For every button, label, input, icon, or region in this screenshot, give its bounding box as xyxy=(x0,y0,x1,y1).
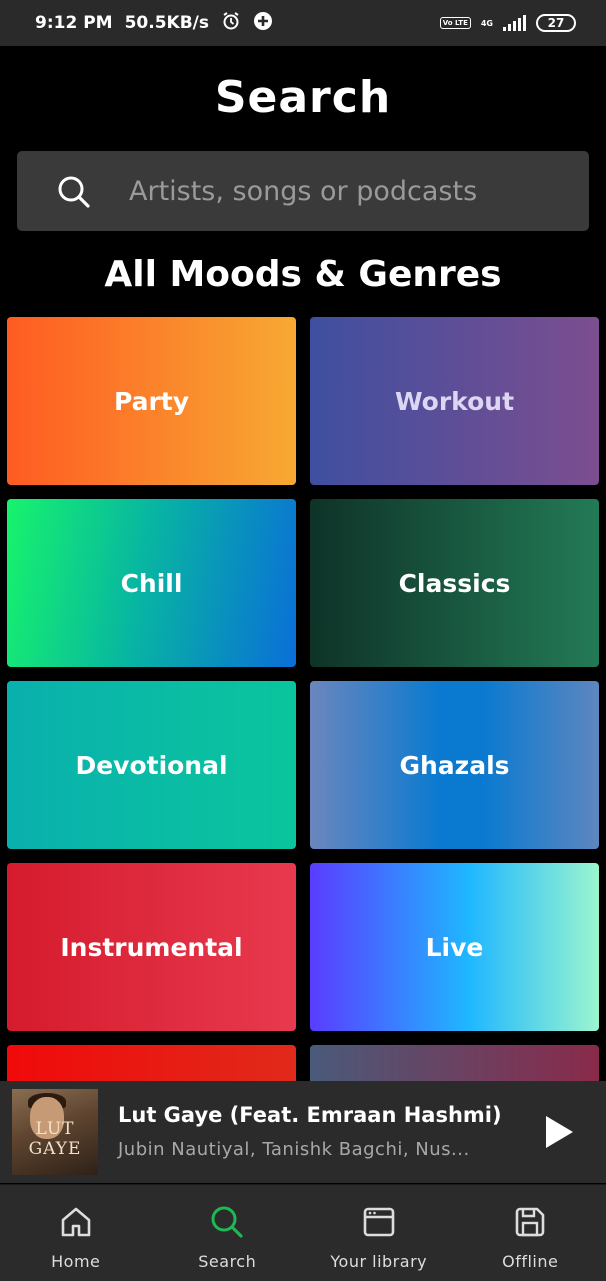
bottom-nav: Home Search Your library Offline xyxy=(0,1184,606,1281)
page-title: Search xyxy=(0,72,606,123)
genre-tile-party[interactable]: Party xyxy=(7,317,296,485)
battery-level: 27 xyxy=(548,17,565,29)
genre-tile-instrumental[interactable]: Instrumental xyxy=(7,863,296,1031)
genre-tile-workout[interactable]: Workout xyxy=(310,317,599,485)
mini-player[interactable]: LUT GAYE Lut Gaye (Feat. Emraan Hashmi) … xyxy=(0,1081,606,1183)
nav-label-home: Home xyxy=(0,1252,152,1271)
plus-circle-icon xyxy=(253,11,273,36)
alarm-icon xyxy=(221,11,241,36)
search-icon xyxy=(57,175,91,209)
home-icon xyxy=(59,1205,93,1239)
save-icon xyxy=(513,1205,547,1239)
battery-icon: 27 xyxy=(536,14,576,32)
play-icon xyxy=(544,1115,574,1149)
nav-item-home[interactable]: Home xyxy=(0,1185,152,1281)
album-art: LUT GAYE xyxy=(12,1089,98,1175)
library-icon xyxy=(362,1205,396,1239)
search-box[interactable] xyxy=(17,151,589,231)
volte-badge: Vo LTE xyxy=(440,17,471,29)
genre-grid: Party Workout Chill Classics Devotional … xyxy=(7,317,599,1031)
genre-tile-live[interactable]: Live xyxy=(310,863,599,1031)
genre-tile-partial-right[interactable] xyxy=(310,1045,599,1085)
genre-tile-chill[interactable]: Chill xyxy=(7,499,296,667)
nav-item-offline[interactable]: Offline xyxy=(455,1185,606,1281)
genre-tile-classics[interactable]: Classics xyxy=(310,499,599,667)
nav-label-offline: Offline xyxy=(455,1252,606,1271)
search-input[interactable] xyxy=(129,151,569,231)
status-bar: 9:12 PM 50.5KB/s Vo LTE 4G 27 xyxy=(0,0,606,46)
album-art-text: LUT GAYE xyxy=(12,1119,98,1159)
genre-tile-devotional[interactable]: Devotional xyxy=(7,681,296,849)
search-icon xyxy=(210,1205,244,1239)
nav-item-search[interactable]: Search xyxy=(152,1185,304,1281)
nav-item-library[interactable]: Your library xyxy=(303,1185,455,1281)
genre-tile-ghazals[interactable]: Ghazals xyxy=(310,681,599,849)
status-speed: 50.5KB/s xyxy=(125,13,209,33)
section-title: All Moods & Genres xyxy=(0,254,606,295)
track-artists: Jubin Nautiyal, Tanishk Bagchi, Nus... xyxy=(118,1139,470,1160)
genre-tile-partial-left[interactable] xyxy=(7,1045,296,1085)
nav-label-library: Your library xyxy=(303,1252,455,1271)
nav-label-search: Search xyxy=(152,1252,304,1271)
play-button[interactable] xyxy=(534,1107,584,1157)
track-title: Lut Gaye (Feat. Emraan Hashmi) xyxy=(118,1103,502,1127)
status-right: Vo LTE 4G 27 xyxy=(440,14,576,32)
status-time: 9:12 PM xyxy=(35,13,113,33)
genre-row-partial xyxy=(7,1045,599,1085)
network-type: 4G xyxy=(481,19,493,28)
signal-icon xyxy=(503,15,526,31)
status-left: 9:12 PM 50.5KB/s xyxy=(35,11,273,36)
